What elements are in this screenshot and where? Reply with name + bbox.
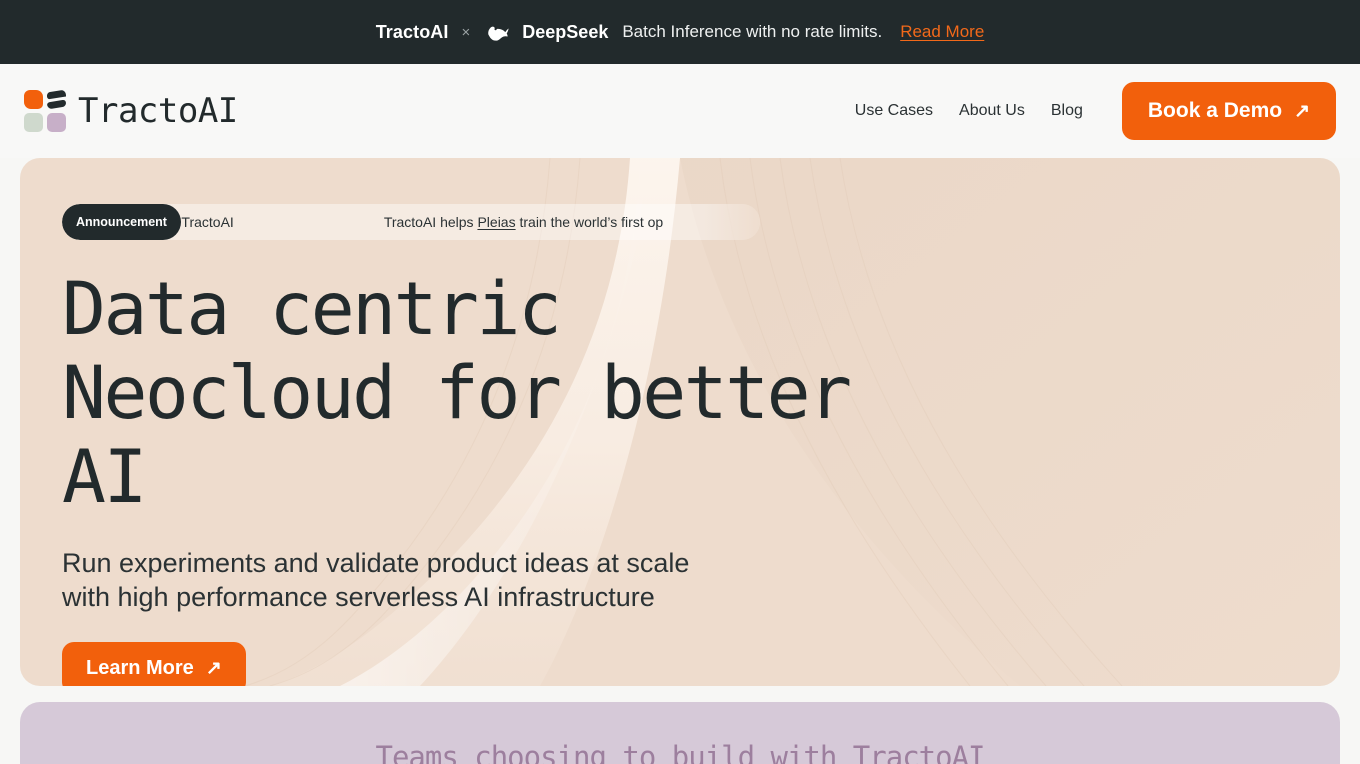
announcement-ticker[interactable]: Announcement n TractoAI TractoAI helps P… — [62, 204, 760, 240]
arrow-up-right-icon: ↗ — [205, 657, 222, 679]
banner-content: TractoAI × DeepSeek Batch Inference with… — [376, 17, 985, 47]
teams-section-title: Teams choosing to build with TractoAI — [375, 740, 985, 764]
learn-more-label: Learn More — [86, 656, 194, 679]
ticker-item-2[interactable]: TractoAI helps Pleias train the world’s … — [384, 214, 663, 230]
book-a-demo-button[interactable]: Book a Demo ↗ — [1121, 82, 1336, 140]
top-announcement-banner: TractoAI × DeepSeek Batch Inference with… — [0, 0, 1360, 64]
announcement-badge: Announcement — [62, 204, 181, 240]
site-header: TractoAI Use Cases About Us Blog Book a … — [0, 64, 1360, 158]
logo-tile-orange — [24, 90, 43, 109]
banner-read-more-link[interactable]: Read More — [900, 22, 984, 42]
deepseek-whale-icon — [483, 17, 513, 47]
nav-blog[interactable]: Blog — [1038, 102, 1096, 120]
tractoai-logo-icon — [24, 90, 66, 132]
teams-section: Teams choosing to build with TractoAI — [20, 702, 1340, 764]
nav-use-cases[interactable]: Use Cases — [855, 102, 946, 120]
ticker-fade-overlay — [704, 204, 760, 240]
arrow-up-right-icon: ↗ — [1294, 100, 1310, 122]
nav-about-us[interactable]: About Us — [946, 102, 1038, 120]
main-navigation: Use Cases About Us Blog Book a Demo ↗ — [855, 82, 1336, 140]
ticker-item-2-suffix: train the world’s first op — [515, 214, 664, 230]
site-logo[interactable]: TractoAI — [24, 90, 238, 132]
hero-subtitle: Run experiments and validate product ide… — [62, 548, 690, 612]
ticker-item-2-link[interactable]: Pleias — [477, 214, 515, 230]
ticker-item-2-prefix: TractoAI helps — [383, 214, 478, 230]
book-a-demo-label: Book a Demo — [1147, 99, 1283, 122]
hero-content: Announcement n TractoAI TractoAI helps P… — [20, 158, 1340, 686]
hero-section: Announcement n TractoAI TractoAI helps P… — [20, 158, 1340, 686]
banner-brand-name: TractoAI — [375, 21, 449, 42]
banner-message: Batch Inference with no rate limits. — [622, 22, 883, 41]
learn-more-button[interactable]: Learn More ↗ — [62, 642, 246, 686]
hero-title: Data centric Neocloud for better AI — [62, 267, 852, 520]
banner-partner-name: DeepSeek — [522, 21, 609, 42]
banner-cross-icon: × — [461, 23, 471, 41]
logo-tile-dark — [47, 90, 66, 109]
logo-tile-purple — [47, 113, 66, 132]
site-logo-text: TractoAI — [78, 91, 238, 131]
logo-tile-green — [24, 113, 43, 132]
